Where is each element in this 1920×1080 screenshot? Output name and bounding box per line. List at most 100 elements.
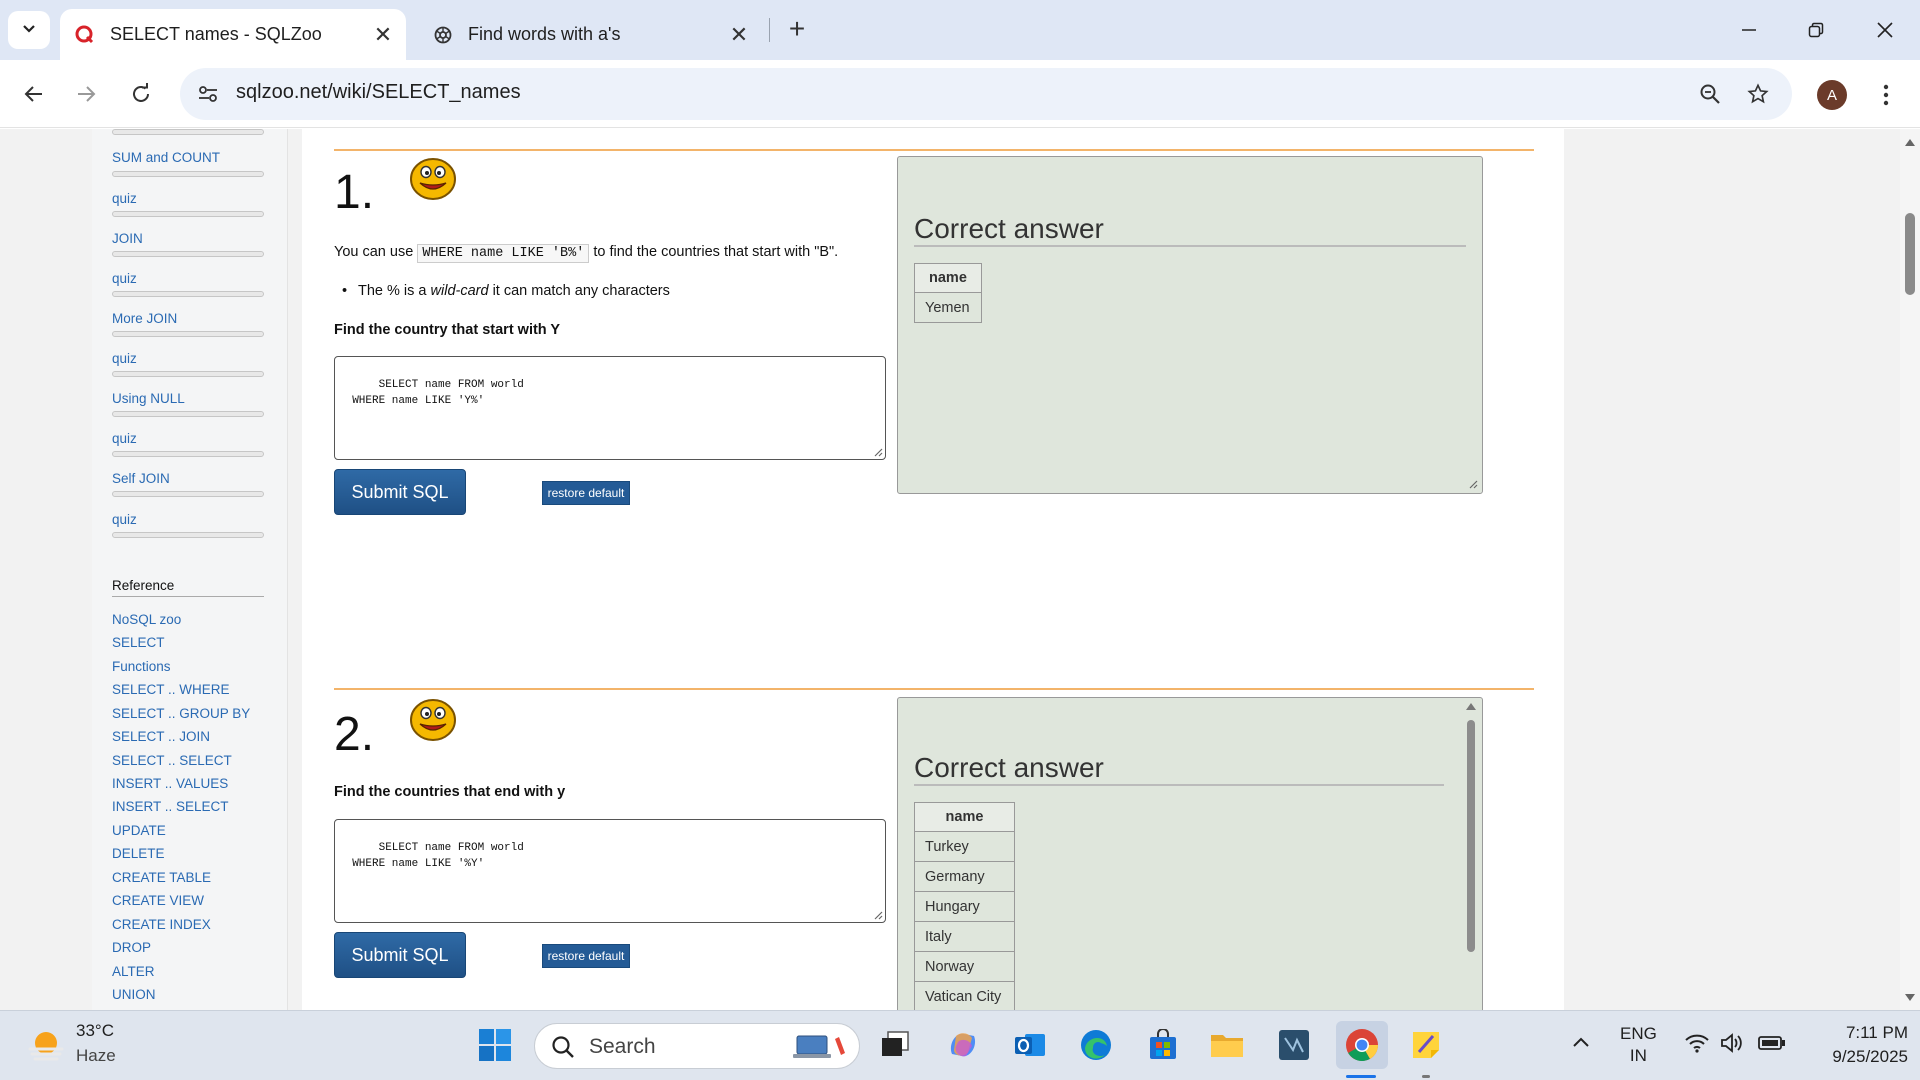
openai-favicon-icon	[432, 24, 454, 46]
new-tab-button[interactable]: +	[780, 12, 814, 46]
sidebar-link-quiz[interactable]: quiz	[112, 431, 137, 446]
tray-overflow-icon[interactable]	[1572, 1033, 1590, 1053]
chevron-down-icon	[22, 21, 36, 39]
scroll-up-arrow-icon[interactable]	[1465, 701, 1477, 711]
bookmark-star-icon[interactable]	[1744, 80, 1772, 108]
sidebar-link-join[interactable]: JOIN	[112, 231, 143, 246]
progress-bar	[112, 129, 264, 135]
outlook-icon[interactable]	[1009, 1024, 1051, 1066]
running-app-indicator	[1422, 1075, 1430, 1078]
file-explorer-icon[interactable]	[1206, 1024, 1248, 1066]
reference-link[interactable]: CREATE TABLE	[112, 870, 211, 885]
restore-default-button[interactable]: restore default	[542, 481, 630, 505]
tab-title: SELECT names - SQLZoo	[110, 24, 322, 44]
reference-link[interactable]: SELECT .. JOIN	[112, 729, 210, 744]
plus-icon: +	[788, 13, 806, 44]
resize-grip-icon[interactable]	[1468, 479, 1478, 489]
reference-link[interactable]: CREATE INDEX	[112, 917, 211, 932]
sidebar-link-more-join[interactable]: More JOIN	[112, 311, 177, 326]
reference-link[interactable]: SELECT	[112, 635, 165, 650]
volume-icon[interactable]	[1720, 1033, 1746, 1058]
reference-link[interactable]: ALTER	[112, 964, 155, 979]
profile-avatar[interactable]: A	[1817, 80, 1847, 110]
zoom-icon[interactable]	[1696, 80, 1724, 108]
section-divider	[334, 688, 1534, 690]
progress-bar	[112, 251, 264, 257]
microsoft-store-icon[interactable]	[1142, 1024, 1184, 1066]
progress-bar	[112, 211, 264, 217]
copilot-icon[interactable]	[942, 1024, 984, 1066]
forward-button[interactable]	[66, 74, 106, 114]
weather-haze-icon[interactable]	[26, 1027, 66, 1065]
reference-link[interactable]: UPDATE	[112, 823, 166, 838]
close-window-button[interactable]	[1858, 8, 1912, 52]
restore-default-button[interactable]: restore default	[542, 944, 630, 968]
reference-link[interactable]: SELECT .. SELECT	[112, 753, 232, 768]
sticky-notes-icon[interactable]	[1405, 1024, 1447, 1066]
tab-sqlzoo[interactable]: SELECT names - SQLZoo ✕	[60, 9, 406, 60]
answer-title: Correct answer	[914, 213, 1466, 247]
page-scrollbar[interactable]	[1900, 129, 1920, 1010]
windows-taskbar: 33°C Haze Search ENG IN 7:11 PM 9/25/202…	[0, 1010, 1920, 1080]
tab-search-button[interactable]	[8, 11, 50, 49]
weather-condition[interactable]: Haze	[76, 1046, 116, 1066]
scrollbar-thumb[interactable]	[1467, 720, 1475, 952]
task-view-icon[interactable]	[874, 1024, 916, 1066]
url-text[interactable]: sqlzoo.net/wiki/SELECT_names	[236, 81, 521, 104]
sidebar-link-using-null[interactable]: Using NULL	[112, 391, 185, 406]
submit-sql-button[interactable]: Submit SQL	[334, 469, 466, 515]
restore-window-button[interactable]	[1789, 8, 1843, 52]
search-highlight-icon	[793, 1035, 845, 1058]
start-button[interactable]	[474, 1024, 516, 1066]
edge-icon[interactable]	[1075, 1024, 1117, 1066]
sidebar-link-self-join[interactable]: Self JOIN	[112, 471, 170, 486]
reference-link[interactable]: CREATE VIEW	[112, 893, 204, 908]
close-tab-icon[interactable]: ✕	[368, 20, 398, 50]
address-bar[interactable]: sqlzoo.net/wiki/SELECT_names	[180, 68, 1792, 120]
chrome-taskbar-icon[interactable]	[1336, 1021, 1388, 1069]
minimize-button[interactable]	[1722, 8, 1776, 52]
reload-button[interactable]	[121, 74, 161, 114]
sql-editor[interactable]: SELECT name FROM world WHERE name LIKE '…	[334, 819, 886, 923]
taskbar-search[interactable]: Search	[534, 1023, 860, 1069]
browser-menu-icon[interactable]	[1870, 78, 1902, 112]
reference-link[interactable]: SELECT .. WHERE	[112, 682, 230, 697]
wifi-icon[interactable]	[1684, 1033, 1710, 1058]
resize-grip-icon[interactable]	[873, 910, 883, 920]
system-clock[interactable]: 7:11 PM 9/25/2025	[1798, 1021, 1908, 1069]
scrollbar-thumb[interactable]	[1905, 213, 1915, 295]
resize-grip-icon[interactable]	[873, 447, 883, 457]
scroll-down-arrow-icon[interactable]	[1904, 993, 1916, 1003]
answer-scrollbar[interactable]	[1462, 698, 1480, 1010]
scroll-up-arrow-icon[interactable]	[1904, 137, 1916, 147]
reference-link[interactable]: Functions	[112, 659, 171, 674]
back-button[interactable]	[14, 74, 54, 114]
arrow-right-icon	[78, 86, 96, 102]
site-info-icon[interactable]	[194, 80, 222, 108]
reference-link[interactable]: INSERT .. SELECT	[112, 799, 229, 814]
table-row: Yemen	[914, 292, 982, 323]
reference-link[interactable]: DROP	[112, 940, 151, 955]
sql-editor[interactable]: SELECT name FROM world WHERE name LIKE '…	[334, 356, 886, 460]
sidebar-link-sum-count[interactable]: SUM and COUNT	[112, 150, 220, 165]
submit-sql-button[interactable]: Submit SQL	[334, 932, 466, 978]
intro-text: You can use	[334, 244, 418, 260]
input-language[interactable]: ENG IN	[1620, 1023, 1657, 1067]
reference-link[interactable]: SELECT .. GROUP BY	[112, 706, 250, 721]
reference-link[interactable]: DELETE	[112, 846, 165, 861]
vscode-icon[interactable]	[1273, 1024, 1315, 1066]
reference-link[interactable]: INSERT .. VALUES	[112, 776, 228, 791]
tab-chatgpt[interactable]: Find words with a's ✕	[418, 9, 762, 60]
main-content: 1. You can use WHERE name LIKE 'B%' to f…	[302, 129, 1564, 1010]
sidebar-link-quiz[interactable]: quiz	[112, 271, 137, 286]
weather-temperature[interactable]: 33°C	[76, 1021, 114, 1041]
reference-link[interactable]: NoSQL zoo	[112, 612, 181, 627]
sidebar-link-quiz[interactable]: quiz	[112, 351, 137, 366]
close-tab-icon[interactable]: ✕	[724, 20, 754, 50]
battery-icon[interactable]	[1758, 1035, 1786, 1056]
sidebar-link-quiz[interactable]: quiz	[112, 191, 137, 206]
table-cell: Hungary	[914, 891, 1015, 922]
sidebar-link-quiz[interactable]: quiz	[112, 512, 137, 527]
reference-link[interactable]: UNION	[112, 987, 156, 1002]
answer-title: Correct answer	[914, 752, 1444, 786]
